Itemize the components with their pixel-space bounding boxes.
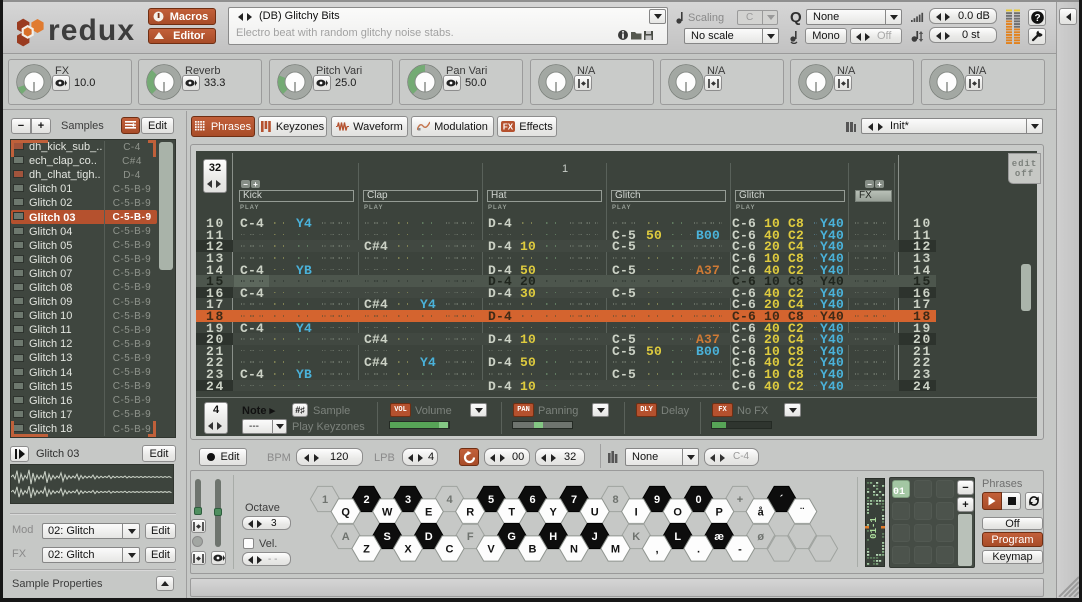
svg-text:-: - xyxy=(738,544,742,556)
svg-text:ø: ø xyxy=(757,531,764,543)
svg-text:Y: Y xyxy=(550,507,558,519)
svg-text:A: A xyxy=(342,531,350,543)
svg-text:H: H xyxy=(549,531,557,543)
svg-text:P: P xyxy=(716,507,723,519)
svg-text:K: K xyxy=(632,531,640,543)
svg-text:¨: ¨ xyxy=(800,507,804,519)
svg-text:D: D xyxy=(425,531,433,543)
svg-text:J: J xyxy=(592,531,598,543)
svg-text:?: ? xyxy=(1034,13,1040,24)
svg-text:F: F xyxy=(467,531,474,543)
svg-text:S: S xyxy=(384,531,391,543)
svg-text:I: I xyxy=(635,507,638,519)
svg-text:+: + xyxy=(737,494,743,506)
svg-text:4: 4 xyxy=(446,494,453,506)
svg-text:L: L xyxy=(674,531,681,543)
svg-text:N: N xyxy=(570,544,578,556)
svg-text:´: ´ xyxy=(780,494,784,506)
svg-text:Q: Q xyxy=(341,507,350,519)
svg-text:6: 6 xyxy=(529,494,535,506)
svg-text:Z: Z xyxy=(363,544,370,556)
svg-text:R: R xyxy=(466,507,474,519)
svg-text:å: å xyxy=(758,507,765,519)
svg-text:V: V xyxy=(487,544,495,556)
svg-text:3: 3 xyxy=(405,494,411,506)
svg-text:FX: FX xyxy=(503,123,514,132)
svg-text:5: 5 xyxy=(488,494,494,506)
svg-text:01-1: 01-1 xyxy=(869,517,879,539)
svg-text:9: 9 xyxy=(654,494,660,506)
svg-text:.: . xyxy=(697,544,700,556)
svg-text:C: C xyxy=(446,544,454,556)
svg-text:E: E xyxy=(425,507,432,519)
svg-text:M: M xyxy=(611,544,620,556)
svg-text:1: 1 xyxy=(322,494,328,506)
svg-text:2: 2 xyxy=(363,494,369,506)
svg-text:7: 7 xyxy=(571,494,577,506)
svg-text:,: , xyxy=(655,544,658,556)
svg-text:redux: redux xyxy=(48,14,134,47)
svg-text:O: O xyxy=(673,507,682,519)
svg-text:B: B xyxy=(529,544,537,556)
svg-text:X: X xyxy=(404,544,412,556)
svg-text:U: U xyxy=(591,507,599,519)
svg-text:0: 0 xyxy=(695,494,701,506)
svg-text:W: W xyxy=(382,507,393,519)
svg-text:G: G xyxy=(507,531,516,543)
svg-text:T: T xyxy=(508,507,515,519)
svg-text:8: 8 xyxy=(612,494,618,506)
svg-text:æ: æ xyxy=(714,531,724,543)
